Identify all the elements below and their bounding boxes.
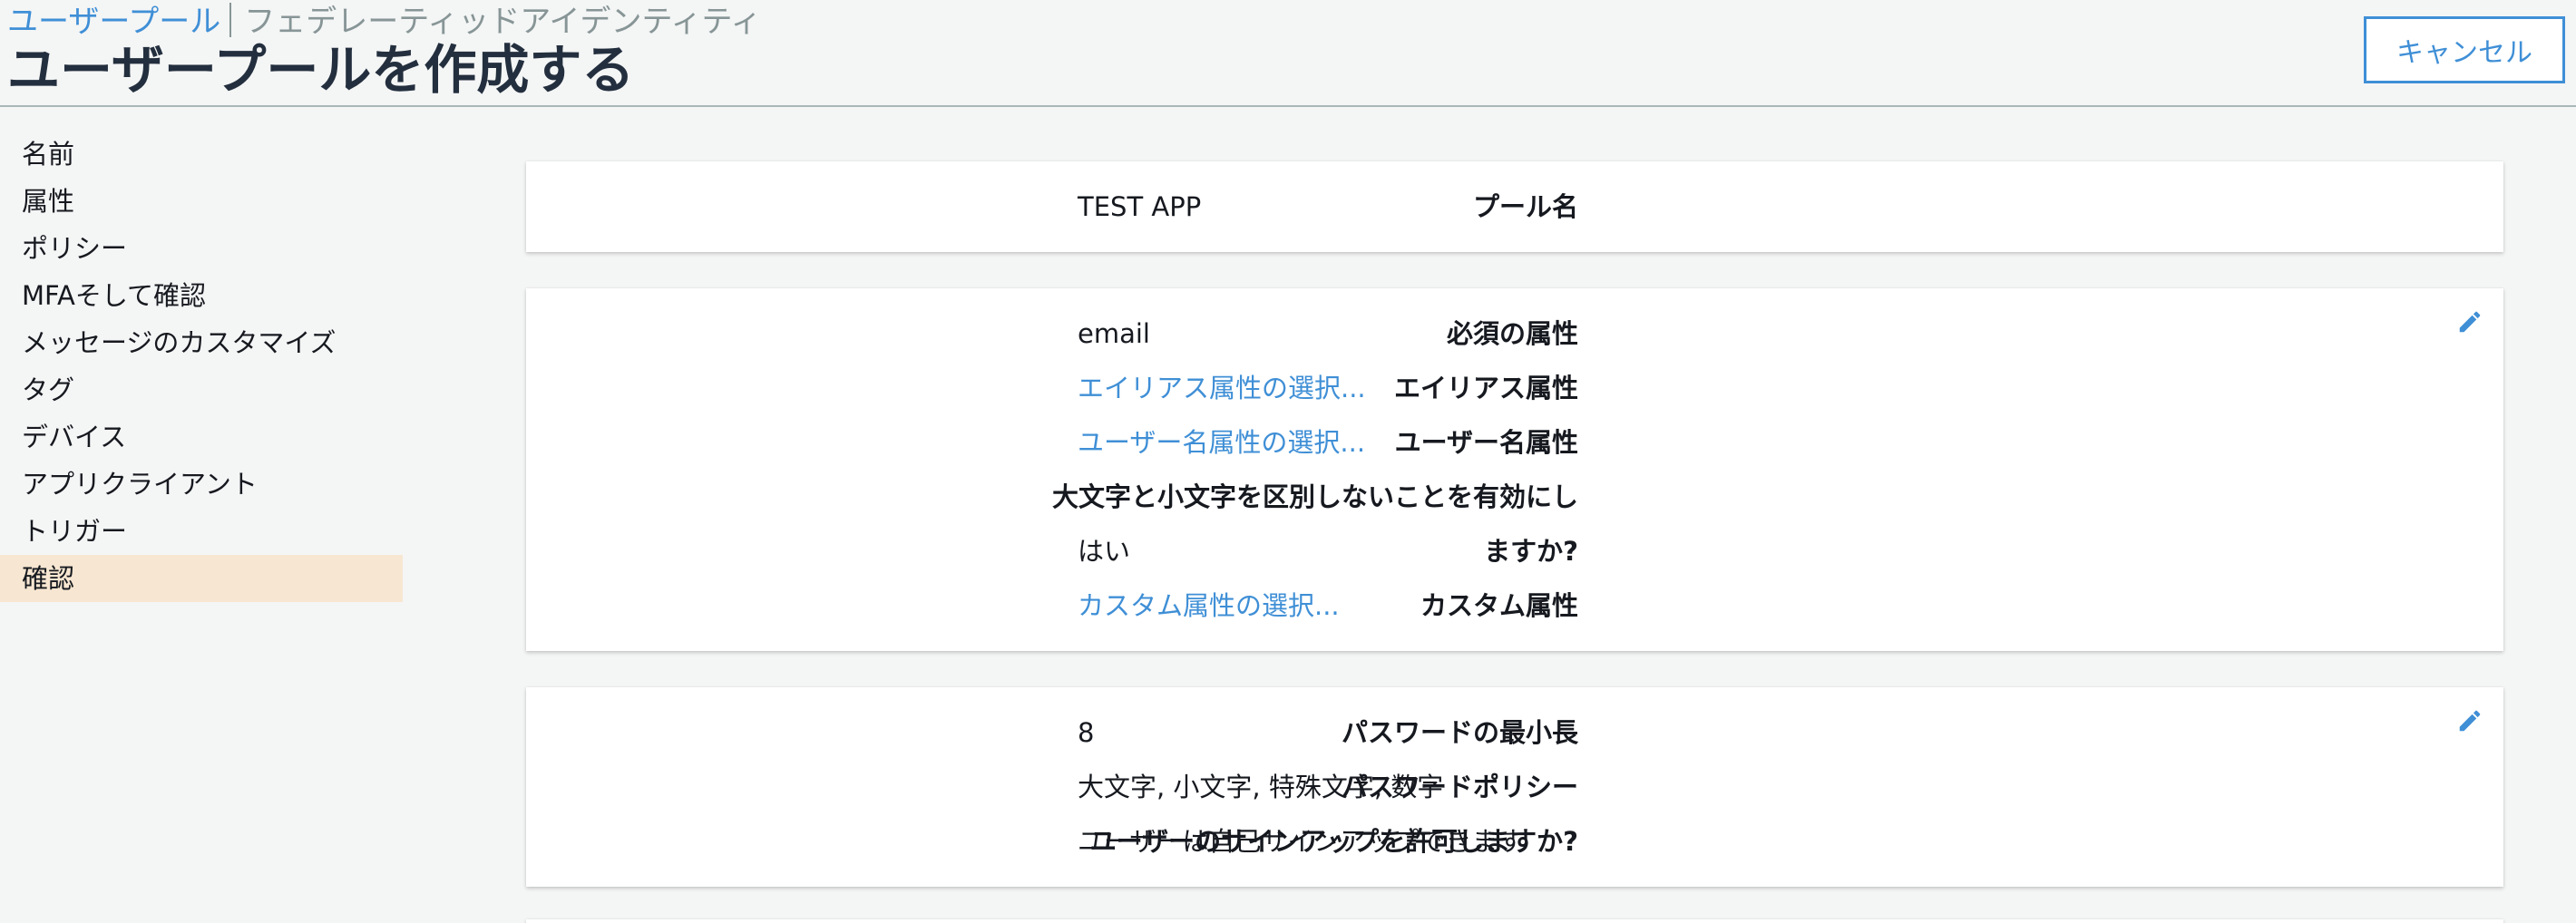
cancel-button[interactable]: キャンセル <box>2364 16 2565 83</box>
required-attributes-row: 必須の属性 email <box>526 306 2503 361</box>
page-header: ユーザープール フェデレーティッドアイデンティティ ユーザープールを作成する キャ… <box>0 0 2576 107</box>
username-attributes-link[interactable]: ユーザー名属性の選択... <box>1078 415 1365 470</box>
alias-attributes-link[interactable]: エイリアス属性の選択... <box>1078 361 1366 415</box>
sidebar-item-message-customization[interactable]: メッセージのカスタマイズ <box>0 319 403 366</box>
sidebar-item-triggers[interactable]: トリガー <box>0 508 403 555</box>
pool-name-row: プール名 TEST APP <box>526 180 2503 234</box>
custom-attributes-link[interactable]: カスタム属性の選択... <box>1078 578 1340 633</box>
next-card-edge <box>526 919 2503 923</box>
self-signup-value: ユーザーは自己サインアップできます <box>1078 826 1525 857</box>
sidebar-item-name[interactable]: 名前 <box>0 131 403 178</box>
breadcrumb-divider <box>229 3 232 37</box>
password-min-length-row: パスワードの最小長 8 <box>526 705 2503 760</box>
custom-attributes-row: カスタム属性 カスタム属性の選択... <box>526 578 2503 633</box>
case-insensitive-label-line1: 大文字と小文字を区別しないことを有効にし <box>1051 481 1578 512</box>
sidebar-item-attributes[interactable]: 属性 <box>0 178 403 225</box>
page-title: ユーザープールを作成する <box>7 39 635 101</box>
sidebar-item-mfa-verification[interactable]: MFAそして確認 <box>0 272 403 319</box>
sidebar-item-tags[interactable]: タグ <box>0 366 403 413</box>
case-insensitive-row-line2: ますか? はい <box>526 524 2503 578</box>
pool-name-value: TEST APP <box>1078 191 1202 222</box>
password-min-length-value: 8 <box>1078 717 1095 748</box>
breadcrumb: ユーザープール フェデレーティッドアイデンティティ <box>7 2 761 42</box>
password-policy-value: 大文字, 小文字, 特殊文字, 数字 <box>1078 772 1444 802</box>
policies-card: パスワードの最小長 8 パスワードポリシー 大文字, 小文字, 特殊文字, 数字… <box>526 687 2503 887</box>
attributes-card: 必須の属性 email エイリアス属性 エイリアス属性の選択... ユーザー名属… <box>526 288 2503 651</box>
username-attributes-row: ユーザー名属性 ユーザー名属性の選択... <box>526 415 2503 470</box>
alias-attributes-row: エイリアス属性 エイリアス属性の選択... <box>526 361 2503 415</box>
password-policy-row: パスワードポリシー 大文字, 小文字, 特殊文字, 数字 <box>526 760 2503 814</box>
breadcrumb-federated-identities[interactable]: フェデレーティッドアイデンティティ <box>244 4 761 40</box>
breadcrumb-user-pools[interactable]: ユーザープール <box>7 4 220 40</box>
sidebar-item-policies[interactable]: ポリシー <box>0 225 403 272</box>
pool-name-card: プール名 TEST APP <box>526 161 2503 252</box>
sidebar-item-review[interactable]: 確認 <box>0 555 403 602</box>
sidebar-item-app-clients[interactable]: アプリクライアント <box>0 461 403 508</box>
case-insensitive-value: はい <box>1078 536 1131 567</box>
wizard-sidebar: 名前 属性 ポリシー MFAそして確認 メッセージのカスタマイズ タグ デバイス… <box>0 131 403 602</box>
required-attributes-value: email <box>1078 318 1150 349</box>
case-insensitive-row-line1: 大文字と小文字を区別しないことを有効にし <box>526 470 2503 524</box>
self-signup-row: ユーザーのサインアップを許可しますか? ユーザーは自己サインアップできます <box>526 814 2503 869</box>
sidebar-item-devices[interactable]: デバイス <box>0 413 403 461</box>
